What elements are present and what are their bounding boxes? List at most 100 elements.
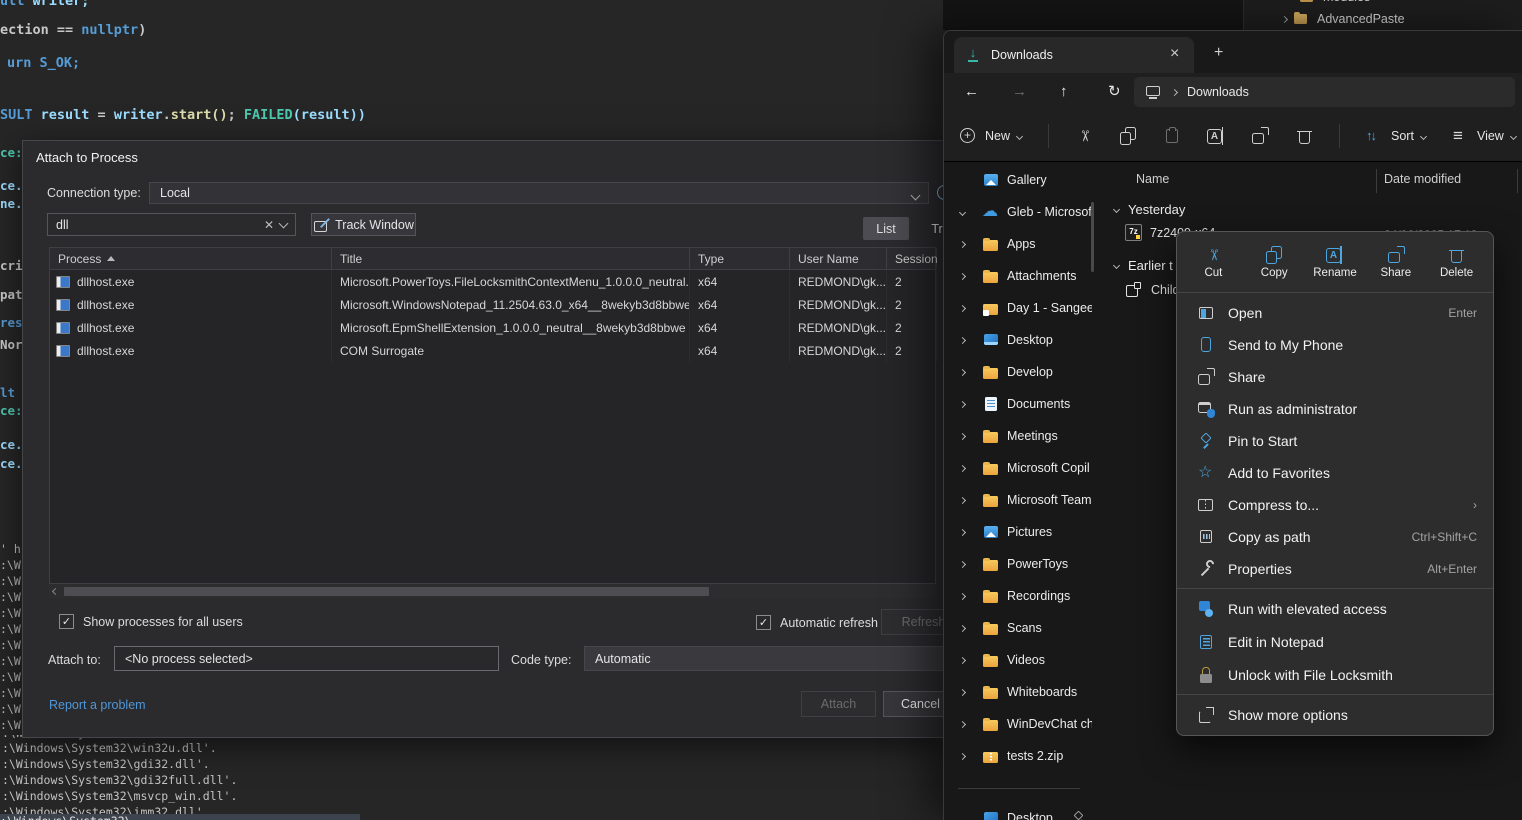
refresh-icon[interactable]: [1108, 83, 1126, 101]
context-menu-item[interactable]: Compress to... ›: [1181, 489, 1489, 521]
sidebar-item[interactable]: Microsoft Teams: [944, 484, 1094, 516]
sidebar-item[interactable]: Desktop: [944, 324, 1094, 356]
sidebar-item[interactable]: Pictures: [944, 516, 1094, 548]
refresh-button[interactable]: Refresh: [881, 609, 943, 635]
quick-action-button[interactable]: Share: [1365, 236, 1426, 289]
chevron-icon[interactable]: [959, 368, 966, 375]
show-all-users-checkbox[interactable]: [59, 614, 74, 629]
breadcrumb-location[interactable]: Downloads: [1187, 85, 1249, 99]
sidebar-item[interactable]: Videos: [944, 644, 1094, 676]
sidebar-item[interactable]: Meetings: [944, 420, 1094, 452]
context-menu-item[interactable]: Add to Favorites: [1181, 457, 1489, 489]
context-menu-item[interactable]: Copy as path Ctrl+Shift+C: [1181, 521, 1489, 553]
cut-icon[interactable]: [1075, 127, 1093, 145]
list-view-button[interactable]: List: [863, 217, 909, 240]
sidebar-item[interactable]: Day 1 - Sangeet: [944, 292, 1094, 324]
chevron-icon[interactable]: [959, 688, 966, 695]
chevron-down-icon[interactable]: [1113, 206, 1120, 213]
sidebar-item-desktop-pinned[interactable]: Desktop: [944, 802, 1094, 820]
quick-action-button[interactable]: Copy: [1244, 236, 1305, 289]
column-divider[interactable]: [1517, 169, 1518, 193]
sidebar-item[interactable]: Apps: [944, 228, 1094, 260]
column-process[interactable]: Process: [50, 248, 332, 269]
chevron-icon[interactable]: [959, 592, 966, 599]
column-type[interactable]: Type: [690, 248, 790, 269]
quick-action-button[interactable]: Delete: [1426, 236, 1487, 289]
show-more-options-item[interactable]: Show more options: [1181, 699, 1489, 731]
process-row[interactable]: dllhost.exe COM Surrogate x64 REDMOND\gk…: [50, 339, 935, 362]
scroll-left-icon[interactable]: [52, 587, 59, 594]
sidebar-item[interactable]: Gleb - Microsoft: [944, 196, 1094, 228]
view-button[interactable]: View: [1452, 127, 1516, 145]
report-a-problem-link[interactable]: Report a problem: [49, 698, 146, 712]
sidebar-item[interactable]: Develop: [944, 356, 1094, 388]
chevron-icon[interactable]: [959, 400, 966, 407]
explorer-tab-downloads[interactable]: Downloads: [954, 37, 1194, 73]
chevron-icon[interactable]: [959, 624, 966, 631]
chevron-icon[interactable]: [959, 432, 966, 439]
sort-button[interactable]: Sort: [1366, 127, 1426, 145]
breadcrumb[interactable]: Downloads: [1134, 77, 1515, 107]
sidebar-item[interactable]: Scans: [944, 612, 1094, 644]
sidebar-item[interactable]: tests 2.zip: [944, 740, 1094, 772]
chevron-icon[interactable]: [959, 272, 966, 279]
column-name[interactable]: Name: [1136, 172, 1169, 186]
this-pc-icon[interactable]: [1144, 83, 1162, 101]
back-icon[interactable]: [964, 83, 982, 101]
sidebar-scrollbar[interactable]: [1091, 202, 1094, 272]
paste-icon[interactable]: [1163, 127, 1181, 145]
copy-icon[interactable]: [1119, 127, 1137, 145]
chevron-icon[interactable]: [959, 528, 966, 535]
sidebar-item[interactable]: Whiteboards: [944, 676, 1094, 708]
tree-item-advancedpaste[interactable]: AdvancedPaste: [1282, 10, 1405, 28]
chevron-icon[interactable]: [959, 656, 966, 663]
chevron-icon[interactable]: [959, 336, 966, 343]
process-filter-value[interactable]: dll: [56, 218, 258, 232]
sidebar-item[interactable]: WinDevChat ch: [944, 708, 1094, 740]
chevron-icon[interactable]: [959, 208, 966, 215]
process-row[interactable]: dllhost.exe Microsoft.PowerToys.FileLock…: [50, 270, 935, 293]
sidebar-item[interactable]: PowerToys: [944, 548, 1094, 580]
auto-refresh-checkbox[interactable]: [756, 615, 771, 630]
rename-icon[interactable]: [1207, 127, 1225, 145]
up-icon[interactable]: [1060, 83, 1078, 101]
chevron-icon[interactable]: [959, 496, 966, 503]
scrollbar-thumb[interactable]: [64, 587, 709, 596]
new-tab-icon[interactable]: [1210, 44, 1228, 62]
group-earlier[interactable]: Earlier t: [1114, 258, 1173, 273]
chevron-down-icon[interactable]: [279, 218, 289, 228]
attach-button[interactable]: Attach: [801, 691, 876, 717]
sidebar-item[interactable]: Microsoft Copil: [944, 452, 1094, 484]
context-menu-item[interactable]: Pin to Start: [1181, 425, 1489, 457]
quick-action-button[interactable]: Cut: [1183, 236, 1244, 289]
chevron-icon[interactable]: [959, 560, 966, 567]
process-row[interactable]: dllhost.exe Microsoft.EpmShellExtension_…: [50, 316, 935, 339]
column-user[interactable]: User Name: [790, 248, 887, 269]
cancel-button[interactable]: Cancel: [883, 691, 943, 717]
connection-type-dropdown[interactable]: Local: [149, 182, 929, 204]
track-window-button[interactable]: Track Window: [311, 213, 416, 236]
process-filter-box[interactable]: dll ✕: [47, 213, 296, 236]
tree-view-button[interactable]: Tree: [919, 217, 943, 240]
column-title[interactable]: Title: [332, 248, 690, 269]
sidebar-item[interactable]: Attachments: [944, 260, 1094, 292]
chevron-icon[interactable]: [959, 304, 966, 311]
sidebar-item[interactable]: Documents: [944, 388, 1094, 420]
chevron-icon[interactable]: [959, 240, 966, 247]
horizontal-scrollbar[interactable]: [49, 584, 936, 598]
context-menu-item[interactable]: Edit in Notepad: [1181, 625, 1489, 658]
tree-item-modules[interactable]: modules: [1299, 0, 1370, 6]
chevron-down-icon[interactable]: [1113, 262, 1120, 269]
process-table-header[interactable]: Process Title Type User Name Session: [50, 248, 935, 270]
close-tab-icon[interactable]: [1166, 46, 1184, 64]
chevron-icon[interactable]: [959, 720, 966, 727]
quick-action-button[interactable]: Rename: [1305, 236, 1366, 289]
attach-to-field[interactable]: <No process selected>: [114, 646, 499, 671]
context-menu-item[interactable]: Unlock with File Locksmith: [1181, 658, 1489, 691]
file-row-child[interactable]: Childl: [1125, 281, 1182, 299]
column-date-modified[interactable]: Date modified: [1384, 172, 1461, 186]
explorer-titlebar[interactable]: Downloads: [944, 31, 1522, 73]
process-row[interactable]: dllhost.exe Microsoft.WindowsNotepad_11.…: [50, 293, 935, 316]
column-divider[interactable]: [1376, 169, 1377, 193]
delete-icon[interactable]: [1295, 127, 1313, 145]
